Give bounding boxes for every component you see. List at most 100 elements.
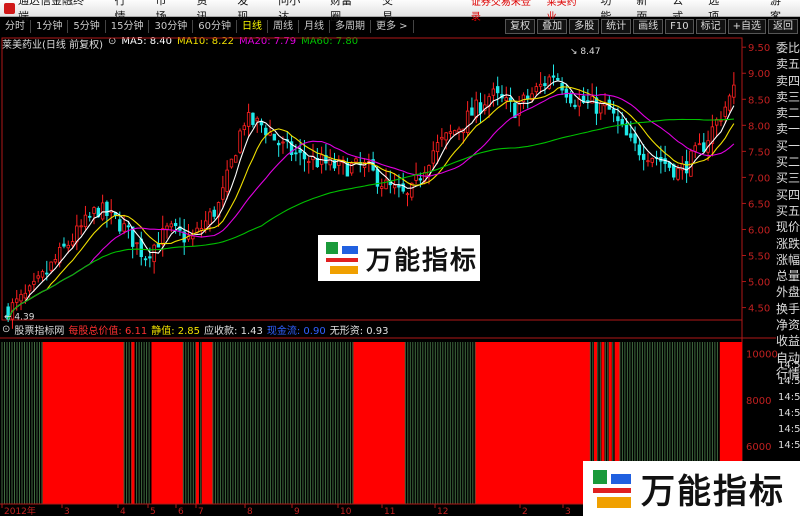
candle-body xyxy=(70,241,75,246)
candle-body xyxy=(702,142,706,152)
quote-label: 卖三 xyxy=(776,89,800,104)
candle-body xyxy=(88,215,92,218)
quote-label: 净资 xyxy=(776,318,800,333)
candle-body xyxy=(444,132,448,141)
y-tick-label: 5.50 xyxy=(748,252,770,263)
candle-body xyxy=(435,142,440,153)
candle-body xyxy=(641,153,646,160)
quote-label: 外盘 xyxy=(776,285,800,300)
candle-body xyxy=(573,104,577,108)
candle-body xyxy=(92,207,96,214)
quote-label: 收益 xyxy=(776,334,800,349)
candle-body xyxy=(203,220,208,229)
candle-body xyxy=(83,214,88,228)
candle-body xyxy=(79,225,83,228)
quote-label: 自动 xyxy=(776,350,800,365)
quote-label: 买三 xyxy=(776,171,800,186)
candle-body xyxy=(405,193,410,196)
candle-body xyxy=(32,280,36,285)
candle-body xyxy=(208,211,212,225)
candle-body xyxy=(723,106,727,117)
y-tick-label: 5.00 xyxy=(748,278,770,289)
candle-body xyxy=(242,125,247,130)
x-tick-label: 7 xyxy=(198,507,204,516)
y-tick-label: 9.50 xyxy=(748,43,770,54)
candle-body xyxy=(23,292,28,299)
candle-body xyxy=(684,161,689,174)
y-tick-label: 9.00 xyxy=(748,69,770,80)
candle-body xyxy=(727,95,732,111)
time-label: 14:56 xyxy=(778,392,800,403)
candle-body xyxy=(697,143,702,146)
quote-panel: 委比 卖五 卖四 卖三 卖二 卖一 买一 买二 买三 买四 买五 现价 涨跌 涨幅 总量 外盘 换手 净资 收益 自动… xyxy=(776,40,800,382)
candle-body xyxy=(57,246,62,264)
quote-label: 卖四 xyxy=(776,73,800,88)
candle-body xyxy=(693,145,697,152)
indicator-bar-red xyxy=(131,342,135,504)
candle-body xyxy=(246,112,251,127)
candle-body xyxy=(384,179,388,190)
candle-body xyxy=(526,95,530,100)
candle-body xyxy=(392,184,397,189)
candle-body xyxy=(234,155,238,163)
candle-body xyxy=(504,97,508,101)
x-tick-label: 10 xyxy=(340,507,352,516)
candle-body xyxy=(105,201,109,216)
indicator-bar-red xyxy=(353,342,406,504)
x-tick-label: 5 xyxy=(150,507,156,516)
candle-body xyxy=(491,88,496,96)
candle-body xyxy=(380,186,384,189)
x-tick-label: 2012年 xyxy=(4,505,36,516)
candle-body xyxy=(45,272,49,275)
quote-label: 买一 xyxy=(776,138,800,153)
quote-label: 涨跌 xyxy=(776,236,800,251)
y-tick-label: 6.00 xyxy=(748,225,770,236)
x-tick-label: 12 xyxy=(437,507,448,516)
candle-body xyxy=(165,225,169,230)
candle-body xyxy=(225,169,229,192)
ma60-line xyxy=(7,118,734,320)
candle-body xyxy=(143,258,148,261)
candle-body xyxy=(586,100,590,102)
candle-body xyxy=(354,158,358,163)
candle-body xyxy=(251,112,255,125)
y-tick-label: 8.50 xyxy=(748,95,770,106)
time-label: 14:56 xyxy=(778,408,800,419)
quote-label: 涨幅 xyxy=(776,252,800,267)
candle-body xyxy=(397,185,401,188)
candle-body xyxy=(495,86,500,94)
x-tick-label: 3 xyxy=(565,507,571,516)
candle-body xyxy=(624,123,629,136)
watermark-logo-icon xyxy=(593,469,631,508)
x-tick-label: 6 xyxy=(178,507,184,516)
candle-body xyxy=(53,259,58,263)
candle-body xyxy=(732,84,736,98)
indicator-bar-red xyxy=(195,342,199,504)
candle-body xyxy=(238,130,242,153)
indicator-bar-red xyxy=(475,342,591,504)
quote-label: 买五 xyxy=(776,203,800,218)
candle-body xyxy=(676,167,680,180)
candle-body xyxy=(521,94,526,103)
candle-body xyxy=(646,160,650,163)
candle-body xyxy=(152,244,156,263)
candle-body xyxy=(629,133,633,138)
candle-body xyxy=(161,228,165,245)
candle-body xyxy=(448,131,453,134)
sub-y-tick-label: 10000 xyxy=(746,350,778,361)
quote-label: 行情 xyxy=(776,366,800,381)
candle-body xyxy=(616,116,620,122)
candle-body xyxy=(307,161,311,163)
candle-body xyxy=(672,164,676,178)
candle-body xyxy=(276,142,281,146)
candle-body xyxy=(470,107,474,116)
candle-body xyxy=(594,97,599,114)
candle-body xyxy=(148,256,152,259)
sub-y-tick-label: 8000 xyxy=(746,396,771,407)
candle-body xyxy=(66,244,70,249)
candle-body xyxy=(611,108,616,114)
x-tick-label: 3 xyxy=(64,507,70,516)
y-tick-label: 6.50 xyxy=(748,199,770,210)
candle-body xyxy=(264,127,268,136)
x-tick-label: 9 xyxy=(294,507,300,516)
